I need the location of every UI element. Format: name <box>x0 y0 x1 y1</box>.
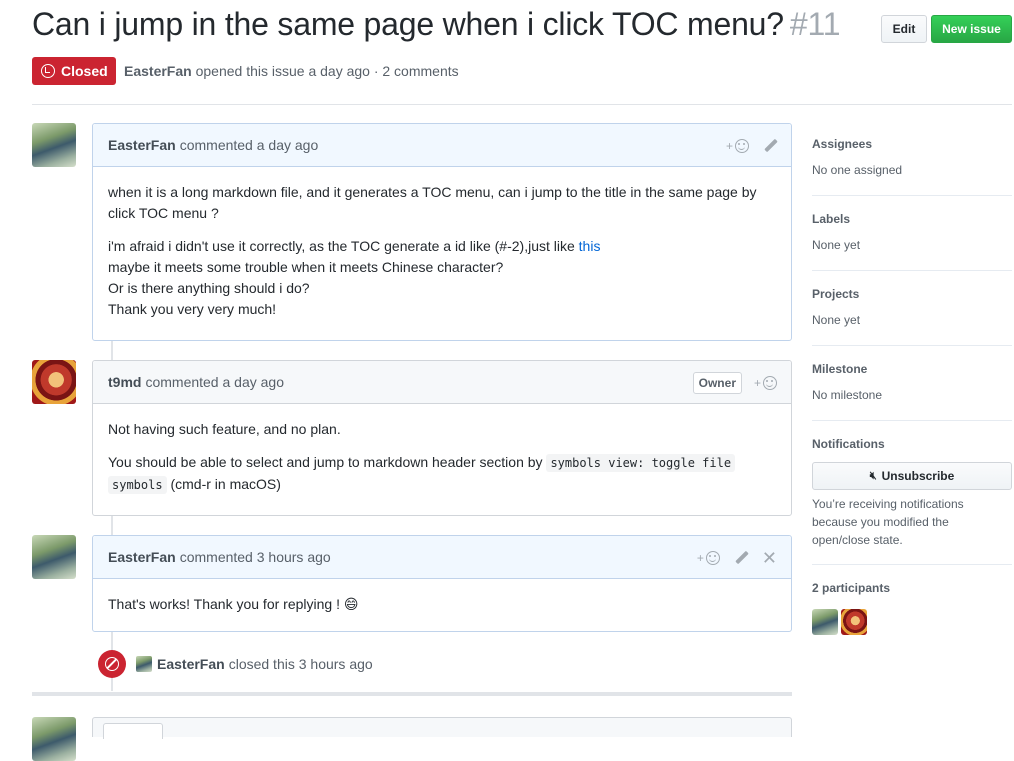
comment-text: maybe it meets some trouble when it meet… <box>108 259 504 275</box>
sidebar-heading: 2 participants <box>812 581 891 595</box>
comment-author-link[interactable]: EasterFan <box>108 137 176 153</box>
sidebar-participants: 2 participants <box>812 581 1012 595</box>
participant-avatar[interactable] <box>812 609 838 635</box>
comment-link[interactable]: this <box>579 238 601 254</box>
smiley-icon <box>763 375 777 390</box>
comment-header: t9md commented a day ago Owner + <box>93 361 791 404</box>
inline-code: symbols <box>108 476 167 494</box>
owner-badge: Owner <box>692 371 742 394</box>
comment-text: (cmd-r in macOS) <box>166 476 281 492</box>
sidebar-value: No one assigned <box>812 163 903 177</box>
timeline-end-divider <box>32 692 792 696</box>
issue-meta: EasterFan opened this issue a day ago · … <box>124 63 459 79</box>
state-label: Closed <box>61 63 108 79</box>
sidebar-divider <box>812 270 1012 271</box>
comment-author-link[interactable]: t9md <box>108 374 141 390</box>
avatar[interactable] <box>32 535 76 579</box>
timeline-connector <box>111 515 113 535</box>
comment-header: EasterFan commented a day ago + <box>93 124 791 167</box>
sidebar-notifications: Notifications <box>812 437 1012 451</box>
add-reaction-button[interactable]: + <box>726 138 749 153</box>
comment-2: t9md commented a day ago Owner + Not hav… <box>92 360 792 516</box>
add-reaction-button[interactable]: + <box>754 375 777 390</box>
issue-closed-icon <box>41 64 55 78</box>
sidebar-heading[interactable]: Labels <box>812 212 1012 226</box>
avatar[interactable] <box>32 717 76 761</box>
participant-avatar[interactable] <box>841 609 867 635</box>
comment-paragraph: i'm afraid i didn't use it correctly, as… <box>108 236 776 320</box>
comment-paragraph: You should be able to select and jump to… <box>108 452 776 496</box>
comment-text: Thank you very very much! <box>108 301 277 317</box>
comment-body: Not having such feature, and no plan. Yo… <box>93 404 791 508</box>
comment-actions: + ✕ <box>697 536 777 579</box>
sidebar-value: None yet <box>812 313 861 327</box>
timeline-connector <box>111 340 113 360</box>
comment-paragraph: when it is a long markdown file, and it … <box>108 184 757 221</box>
comment-actions: + <box>726 124 777 167</box>
sidebar-projects: Projects None yet <box>812 287 1012 327</box>
comment-timestamp[interactable]: commented 3 hours ago <box>180 549 331 565</box>
inline-code: symbols view: toggle file <box>546 454 736 472</box>
comment-body: when it is a long markdown file, and it … <box>93 167 791 332</box>
comment-body: That's works! Thank you for replying ! 😄 <box>93 579 791 627</box>
avatar[interactable] <box>136 656 152 672</box>
comment-author-link[interactable]: EasterFan <box>108 549 176 565</box>
comment-text: Or is there anything should i do? <box>108 280 310 296</box>
pencil-icon[interactable] <box>763 139 777 153</box>
smiley-icon <box>735 138 749 153</box>
sidebar-milestone: Milestone No milestone <box>812 362 1012 402</box>
sidebar-value: None yet <box>812 238 861 252</box>
comment-1: EasterFan commented a day ago + when it … <box>92 123 792 341</box>
header-divider <box>32 104 1012 105</box>
comment-header: EasterFan commented 3 hours ago + ✕ <box>93 536 791 579</box>
sidebar-divider <box>812 195 1012 196</box>
comment-paragraph: Not having such feature, and no plan. <box>108 421 341 437</box>
issue-title-text: Can i jump in the same page when i click… <box>32 6 784 42</box>
issue-author-link[interactable]: EasterFan <box>124 63 192 79</box>
issue-number: #11 <box>789 6 841 42</box>
avatar[interactable] <box>32 360 76 404</box>
comment-timestamp[interactable]: commented a day ago <box>180 137 319 153</box>
comment-text: You should be able to select and jump to… <box>108 454 547 470</box>
state-badge: Closed <box>32 57 116 85</box>
comment-paragraph: That's works! Thank you for replying ! 😄 <box>108 596 359 612</box>
avatar[interactable] <box>32 123 76 167</box>
sidebar-labels: Labels None yet <box>812 212 1012 252</box>
comment-timestamp[interactable]: commented a day ago <box>145 374 284 390</box>
sidebar-assignees: Assignees No one assigned <box>812 137 1012 177</box>
new-issue-button[interactable]: New issue <box>931 15 1012 43</box>
x-icon[interactable]: ✕ <box>762 549 777 567</box>
comment-text: i'm afraid i didn't use it correctly, as… <box>108 238 579 254</box>
event-actor-link[interactable]: EasterFan <box>157 656 225 672</box>
mute-icon: 🔇︎ <box>869 469 877 482</box>
issue-title: Can i jump in the same page when i click… <box>32 6 840 43</box>
sidebar-divider <box>812 345 1012 346</box>
sidebar-heading[interactable]: Assignees <box>812 137 1012 151</box>
edit-button[interactable]: Edit <box>881 15 927 43</box>
sidebar-heading: Notifications <box>812 437 885 451</box>
comment-actions: Owner + <box>692 361 777 404</box>
smiley-icon <box>705 550 720 565</box>
sidebar-heading[interactable]: Milestone <box>812 362 1012 376</box>
tab-write[interactable] <box>103 723 163 739</box>
new-comment-box <box>92 717 792 739</box>
sidebar-divider <box>812 564 1012 565</box>
unsubscribe-label: Unsubscribe <box>881 469 955 483</box>
notifications-reason: You’re receiving notifications because y… <box>812 497 964 547</box>
unsubscribe-button[interactable]: 🔇︎ Unsubscribe <box>812 462 1012 490</box>
sidebar-heading[interactable]: Projects <box>812 287 1012 301</box>
pencil-icon[interactable] <box>734 551 748 565</box>
sidebar-divider <box>812 420 1012 421</box>
circle-slash-icon <box>105 657 119 671</box>
add-reaction-button[interactable]: + <box>697 550 720 565</box>
comment-3: EasterFan commented 3 hours ago + ✕ That… <box>92 535 792 632</box>
issue-meta-text: opened this issue a day ago · 2 comments <box>195 63 459 79</box>
sidebar-value: No milestone <box>812 388 883 402</box>
event-text: closed this 3 hours ago <box>228 656 373 672</box>
closed-event-badge <box>98 650 126 678</box>
closed-event: EasterFan closed this 3 hours ago <box>136 656 373 672</box>
